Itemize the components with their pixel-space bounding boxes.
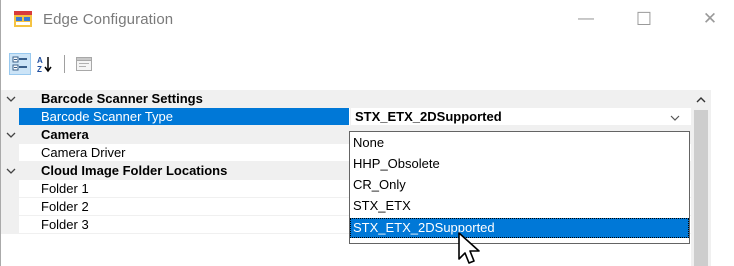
row-margin: [1, 216, 19, 234]
property-name[interactable]: Folder 3: [19, 216, 349, 234]
dropdown-button[interactable]: [660, 110, 689, 125]
chevron-down-icon: [670, 115, 679, 121]
row-margin: [1, 180, 19, 198]
dropdown-option-hhp-obsolete[interactable]: HHP_Obsolete: [350, 154, 689, 174]
category-label: Cloud Image Folder Locations: [41, 163, 228, 178]
alphabetical-sort-icon: A Z: [37, 56, 52, 73]
edge-configuration-window: Edge Configuration — ☐ ✕ A Z Barcode Sca…: [0, 0, 734, 266]
row-margin: [1, 144, 19, 162]
property-pages-button[interactable]: [73, 53, 95, 75]
chevron-down-icon[interactable]: [4, 90, 18, 108]
row-margin: [1, 108, 19, 126]
vertical-scrollbar[interactable]: [691, 90, 711, 266]
property-grid-toolbar: A Z: [1, 51, 734, 81]
dropdown-option-stx-etx-2dsupported[interactable]: STX_ETX_2DSupported: [350, 218, 689, 238]
property-name[interactable]: Folder 1: [19, 180, 349, 198]
property-name[interactable]: Folder 2: [19, 198, 349, 216]
close-icon: ✕: [702, 9, 718, 28]
mouse-pointer-icon: [458, 232, 480, 264]
maximize-icon: ☐: [635, 8, 653, 29]
dropdown-option-cr-only[interactable]: CR_Only: [350, 175, 689, 195]
categorized-button[interactable]: [9, 53, 31, 75]
property-name[interactable]: Barcode Scanner Type: [19, 108, 349, 126]
toolbar-separator: [64, 55, 65, 73]
property-row-barcode-scanner-type[interactable]: Barcode Scanner Type STX_ETX_2DSupported: [1, 108, 701, 126]
alphabetical-button[interactable]: A Z: [34, 53, 56, 75]
barcode-scanner-type-value[interactable]: STX_ETX_2DSupported: [350, 108, 691, 126]
property-pages-icon: [76, 57, 92, 71]
window-title: Edge Configuration: [43, 11, 174, 28]
dropdown-option-none[interactable]: None: [350, 133, 689, 153]
chevron-down-icon[interactable]: [4, 162, 18, 180]
scroll-thumb[interactable]: [694, 110, 708, 266]
app-icon: [14, 11, 32, 27]
chevron-down-icon[interactable]: [4, 126, 18, 144]
close-button[interactable]: ✕: [687, 0, 733, 38]
minimize-icon: —: [578, 10, 594, 27]
minimize-button[interactable]: —: [563, 0, 609, 38]
category-label: Barcode Scanner Settings: [41, 91, 203, 106]
svg-text:Z: Z: [37, 65, 42, 73]
title-bar: Edge Configuration — ☐ ✕: [1, 0, 734, 38]
category-barcode-scanner-settings[interactable]: Barcode Scanner Settings: [1, 90, 701, 108]
svg-text:A: A: [37, 56, 43, 65]
property-name[interactable]: Camera Driver: [19, 144, 349, 162]
scroll-up-button[interactable]: [691, 90, 711, 108]
barcode-scanner-type-dropdown: None HHP_Obsolete CR_Only STX_ETX STX_ET…: [349, 131, 690, 244]
dropdown-option-stx-etx[interactable]: STX_ETX: [350, 196, 689, 216]
category-label: Camera: [41, 127, 89, 142]
maximize-button[interactable]: ☐: [621, 0, 667, 38]
categorized-icon: [12, 56, 27, 71]
row-margin: [1, 198, 19, 216]
chevron-up-icon: [696, 96, 706, 102]
